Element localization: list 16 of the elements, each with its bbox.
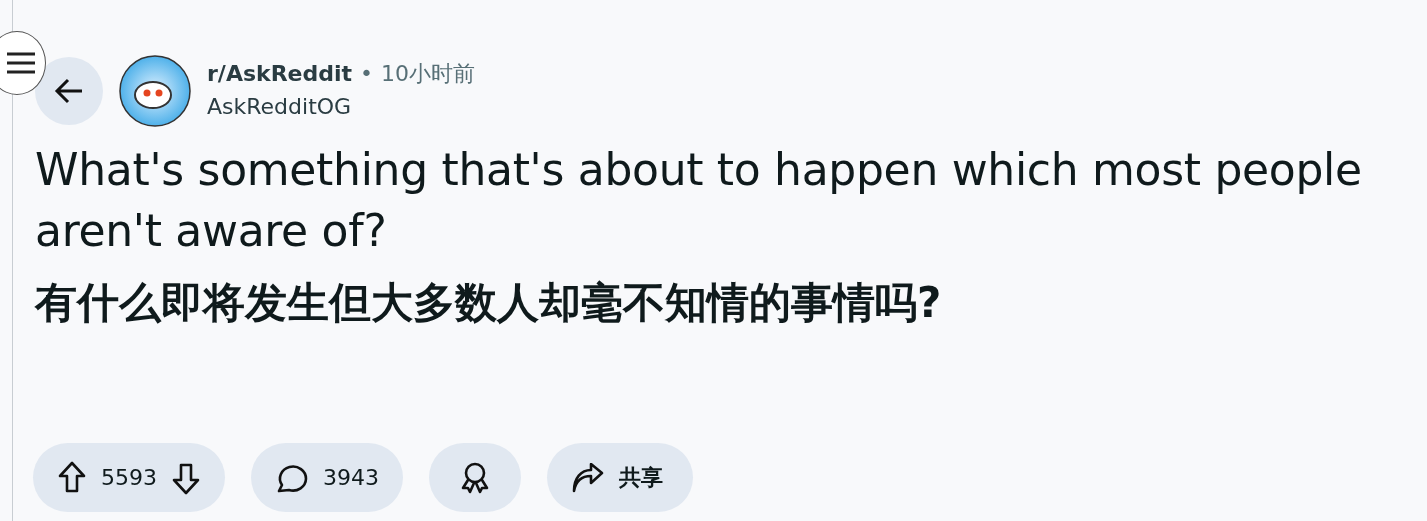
avatar-icon[interactable]	[119, 55, 191, 127]
menu-button[interactable]	[0, 31, 46, 95]
share-icon	[571, 462, 605, 493]
share-button[interactable]: 共享	[547, 443, 693, 512]
post-title: What's something that's about to happen which most people aren't aware of?	[35, 143, 1363, 258]
author-name[interactable]: AskRedditOG	[207, 90, 476, 123]
translated-title: 有什么即将发生但大多数人却毫不知情的事情吗?	[35, 277, 943, 329]
back-arrow-icon	[54, 78, 84, 104]
separator: •	[360, 60, 374, 88]
menu-icon	[7, 51, 35, 75]
post-time: 10小时前	[381, 60, 476, 88]
award-icon	[459, 460, 491, 495]
vote-count: 5593	[101, 464, 157, 492]
subreddit-link[interactable]: r/AskReddit	[207, 57, 353, 90]
upvote-icon[interactable]	[57, 460, 87, 495]
comments-button[interactable]: 3943	[251, 443, 403, 512]
